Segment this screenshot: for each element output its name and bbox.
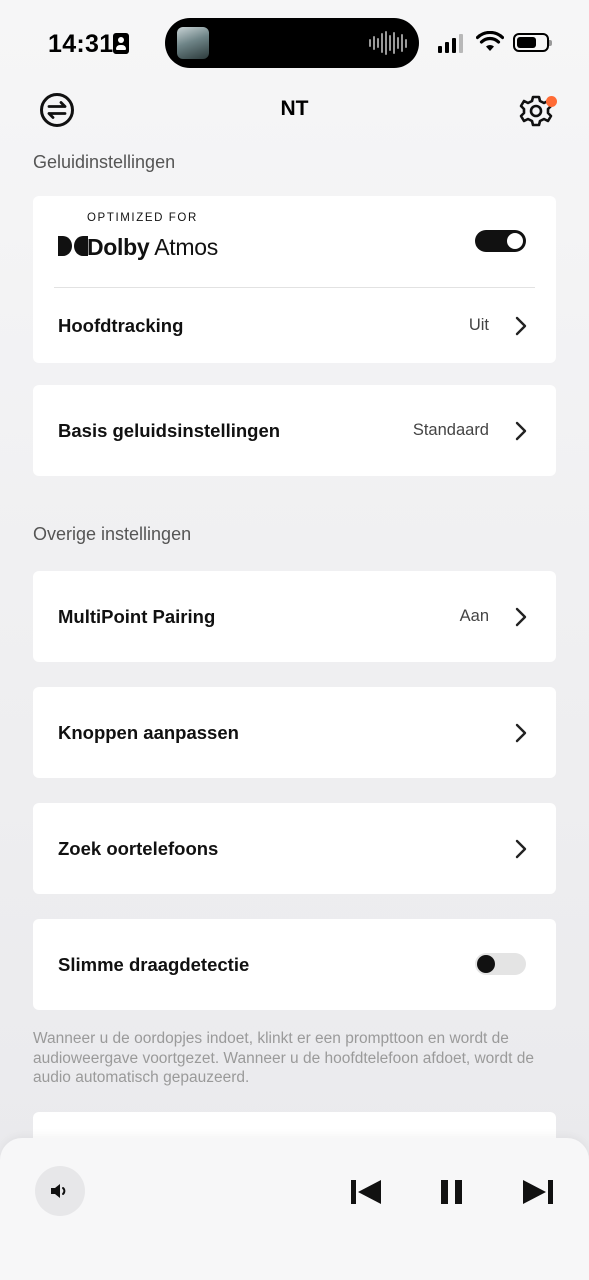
chevron-right-icon [515, 723, 527, 742]
wear-detection-card: Slimme draagdetectie [33, 919, 556, 1010]
chevron-right-icon [515, 607, 527, 626]
basic-sound-label: Basis geluidsinstellingen [58, 419, 281, 441]
dolby-brand: Dolby [87, 234, 150, 260]
pause-icon[interactable] [440, 1178, 464, 1206]
waveform-icon [369, 30, 407, 56]
wear-detection-description: Wanneer u de oordopjes indoet, klinkt er… [33, 1030, 534, 1086]
volume-button[interactable] [35, 1166, 85, 1216]
head-tracking-row[interactable]: Hoofdtracking Uit [33, 288, 556, 363]
basic-sound-row[interactable]: Basis geluidsinstellingen Standaard [33, 385, 556, 476]
previous-track-icon[interactable] [350, 1178, 382, 1206]
multipoint-row[interactable]: MultiPoint Pairing Aan [33, 571, 556, 662]
dolby-atmos-toggle[interactable] [475, 230, 526, 252]
now-playing-thumbnail [177, 27, 209, 59]
wifi-icon [476, 31, 504, 51]
dolby-caption: OPTIMIZED FOR [87, 212, 198, 224]
find-earbuds-label: Zoek oortelefoons [58, 837, 219, 859]
head-tracking-label: Hoofdtracking [58, 314, 184, 336]
chevron-right-icon [515, 421, 527, 440]
find-earbuds-row[interactable]: Zoek oortelefoons [33, 803, 556, 894]
multipoint-label: MultiPoint Pairing [58, 605, 216, 627]
battery-icon [513, 33, 552, 52]
page-title: NT [280, 97, 309, 120]
media-player-bar [0, 1138, 589, 1280]
chevron-right-icon [515, 839, 527, 858]
id-card-icon [113, 33, 129, 54]
wear-detection-label: Slimme draagdetectie [58, 953, 250, 975]
customize-buttons-label: Knoppen aanpassen [58, 721, 239, 743]
basic-sound-card[interactable]: Basis geluidsinstellingen Standaard [33, 385, 556, 476]
wear-detection-row: Slimme draagdetectie [33, 919, 556, 1010]
status-time: 14:31 [48, 30, 114, 58]
section-label-sound: Geluidinstellingen [33, 152, 176, 172]
dolby-atmos-wordmark: Dolby Atmos [87, 234, 218, 261]
dolby-logo-icon [58, 236, 88, 256]
dolby-product: Atmos [154, 234, 218, 260]
volume-icon [51, 1184, 66, 1198]
wear-detection-toggle[interactable] [475, 953, 526, 975]
section-label-other: Overige instellingen [33, 524, 192, 544]
next-track-icon[interactable] [522, 1178, 554, 1206]
multipoint-card[interactable]: MultiPoint Pairing Aan [33, 571, 556, 662]
notification-badge [546, 96, 557, 107]
sound-card: OPTIMIZED FOR Dolby Atmos Hoofdtracking … [33, 196, 556, 363]
status-bar: 14:31 [0, 0, 589, 88]
basic-sound-value: Standaard [412, 421, 489, 439]
signal-icon [438, 33, 463, 53]
head-tracking-value: Uit [468, 316, 489, 334]
dynamic-island[interactable] [165, 18, 419, 68]
customize-buttons-row[interactable]: Knoppen aanpassen [33, 687, 556, 778]
chevron-right-icon [515, 316, 527, 335]
customize-buttons-card[interactable]: Knoppen aanpassen [33, 687, 556, 778]
find-earbuds-card[interactable]: Zoek oortelefoons [33, 803, 556, 894]
multipoint-value: Aan [459, 607, 489, 625]
